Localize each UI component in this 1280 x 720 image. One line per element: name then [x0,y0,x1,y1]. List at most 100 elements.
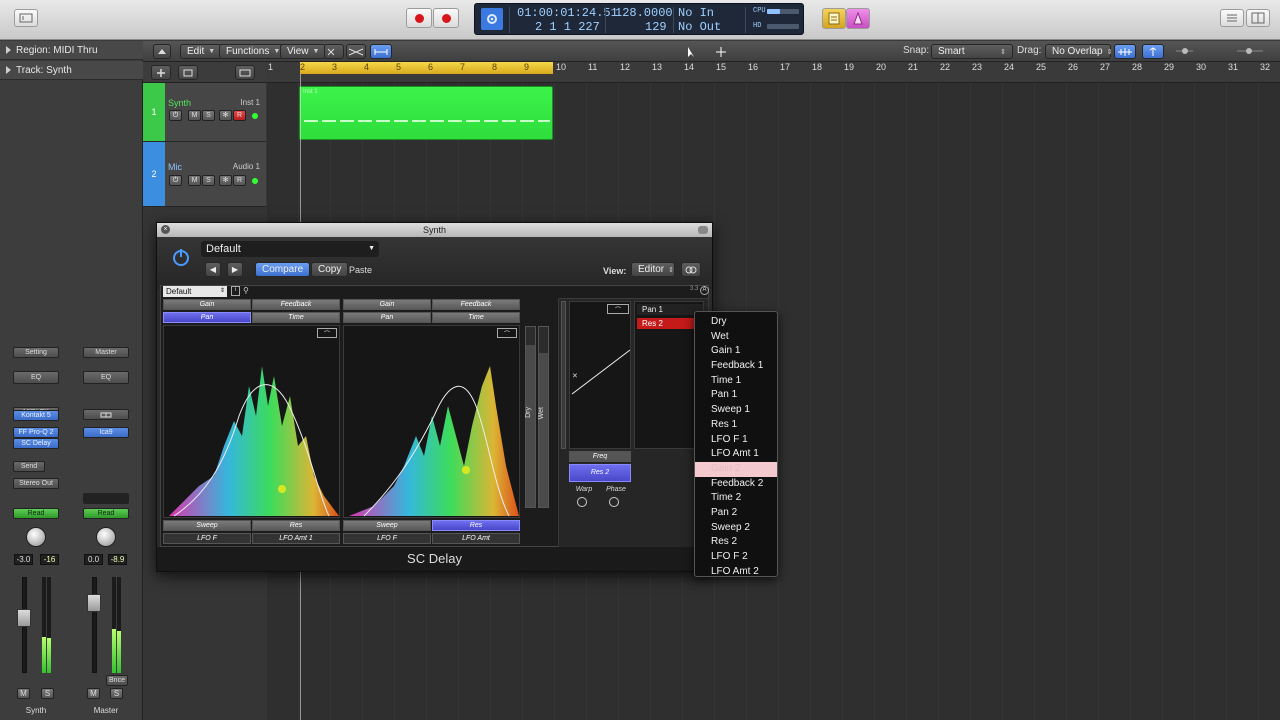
power-icon[interactable]: ⏻ [169,110,182,121]
paste-button[interactable]: Paste [349,265,372,275]
lcd-display[interactable]: 01:00:01:24.51 2 1 1 227 128.0000 129 No… [474,3,804,35]
link-button[interactable] [681,262,701,277]
prev-preset-button[interactable]: ◀ [205,262,221,277]
menu-item[interactable]: LFO F 1 [695,433,777,448]
automation-mode[interactable]: Read [13,508,59,519]
pan-knob[interactable] [96,527,116,547]
copy-button[interactable]: Copy [311,262,349,277]
output-slot[interactable]: Stereo Out [13,478,59,489]
compare-button[interactable]: Compare [255,262,311,277]
zoom-sliders[interactable] [1173,46,1273,56]
waveform-zoom-button[interactable] [1114,44,1136,59]
curve-shape-icon[interactable]: ⌒ [607,304,629,314]
record-button[interactable] [406,8,432,28]
menu-item[interactable]: Sweep 1 [695,403,777,418]
wet-slider[interactable]: Wet [538,326,549,508]
view-select[interactable]: Editor ⇕ [631,262,675,277]
menu-item[interactable]: LFO Amt 2 [695,565,777,580]
freq-label[interactable]: Freq [569,451,631,462]
link-button[interactable] [83,409,129,420]
filter-shape-icon[interactable]: ⌒ [317,328,337,338]
power-icon[interactable]: ⏻ [169,175,182,186]
mute-button[interactable]: M [188,175,201,186]
bounce-button[interactable]: Bnce [106,675,128,686]
duplicate-track-button[interactable] [178,65,198,80]
menu-item[interactable]: Res 2 [695,535,777,550]
pan-label[interactable]: Pan [343,312,431,323]
time-label[interactable]: Time [432,312,520,323]
tuner-button[interactable] [846,8,870,29]
menu-item[interactable]: Feedback 1 [695,359,777,374]
menu-item[interactable]: Res 1 [695,418,777,433]
list-view-button[interactable] [1220,9,1244,27]
close-icon[interactable]: × [161,225,170,234]
menu-item[interactable]: Pan 1 [695,388,777,403]
menu-item[interactable]: Time 1 [695,374,777,389]
mute-button[interactable]: M [17,688,30,699]
add-track-button[interactable] [151,65,171,80]
mod-curve-display[interactable]: ✕ ⌒ [569,301,631,449]
time-label[interactable]: Time [252,312,340,323]
pan-label[interactable]: Pan [163,312,251,323]
info-icon[interactable]: i [231,286,240,296]
edit-menu[interactable]: Edit ▼ [180,44,223,59]
track-row[interactable]: 2 Mic Audio 1 ⏻ M S ✻ R [143,142,266,207]
menu-item[interactable]: Sweep 2 [695,521,777,536]
menu-item[interactable]: Wet [695,330,777,345]
marquee-tool[interactable] [711,44,733,59]
menu-item[interactable]: Gain 1 [695,344,777,359]
dry-slider[interactable]: Dry [525,326,536,508]
volume-fader[interactable] [17,609,31,627]
menu-item[interactable]: Time 2 [695,491,777,506]
phase-knob[interactable] [609,497,619,507]
search-icon[interactable]: ⚲ [243,286,249,295]
setting-button[interactable]: Setting [13,347,59,358]
mute-button[interactable]: M [188,110,201,121]
filter-shape-icon[interactable]: ⌒ [497,328,517,338]
replace-record-button[interactable] [433,8,459,28]
preset-select[interactable]: Default ▼ [201,241,379,257]
freeze-icon[interactable]: ✻ [219,175,232,186]
master-setting-button[interactable]: Master [83,347,129,358]
functions-menu[interactable]: Functions ▼ [219,44,288,59]
power-icon[interactable] [170,246,192,268]
solo-button[interactable]: S [41,688,54,699]
resize-icon[interactable] [698,226,708,234]
catch-button[interactable] [324,44,344,59]
send-slot[interactable]: Send [13,461,45,472]
pan-knob[interactable] [26,527,46,547]
solo-button[interactable]: S [202,175,215,186]
audio-fx-slot-2[interactable]: SC Delay [13,438,59,449]
res-label[interactable]: Res [252,520,340,531]
global-tracks-button[interactable] [235,65,255,80]
menu-item[interactable]: Dry [695,315,777,330]
audio-fx-slot-1[interactable]: FF Pro-Q 2 [13,427,59,438]
feedback-label[interactable]: Feedback [432,299,520,310]
volume-fader[interactable] [87,594,101,612]
lfo-amt-label[interactable]: LFO Amt [432,533,520,544]
lfo-freq-label[interactable]: LFO F [343,533,431,544]
auto-icon[interactable]: A [700,286,709,295]
menu-item[interactable]: LFO F 2 [695,550,777,565]
solo-button[interactable]: S [110,688,123,699]
vertical-zoom-button[interactable] [1142,44,1164,59]
snap-select[interactable]: Smart ⇕ [931,44,1013,59]
eq-button[interactable]: EQ [83,371,129,384]
library-button[interactable] [14,9,38,27]
record-enable-button[interactable]: R [233,110,246,121]
output-slot-empty[interactable] [83,493,129,504]
eq-button[interactable]: EQ [13,371,59,384]
up-button[interactable] [153,44,171,59]
lfo-amt-label[interactable]: LFO Amt 1 [252,533,340,544]
autozoom-button[interactable] [370,44,392,59]
gain-label[interactable]: Gain [343,299,431,310]
sweep-label[interactable]: Sweep [343,520,431,531]
track-inspector-header[interactable]: Track: Synth [0,61,143,80]
menu-item[interactable]: Feedback 2 [695,477,777,492]
res-label[interactable]: Res [432,520,520,531]
crossfade-button[interactable] [346,44,366,59]
list-editors-button[interactable] [822,8,846,29]
track-row[interactable]: 1 Synth Inst 1 ⏻ M S ✻ R [143,83,266,142]
midi-region[interactable]: Inst 1 [299,86,553,140]
sweep-label[interactable]: Sweep [163,520,251,531]
